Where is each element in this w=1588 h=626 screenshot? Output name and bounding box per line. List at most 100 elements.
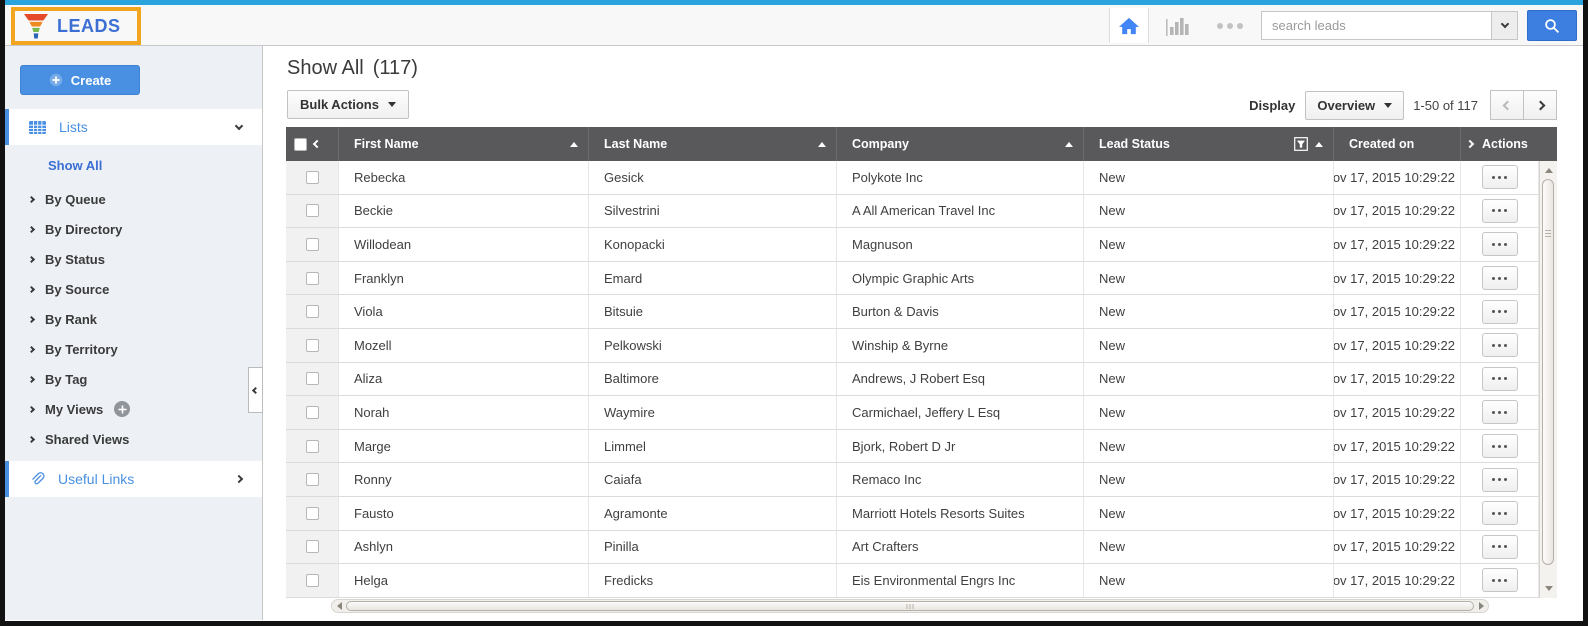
chevron-right-icon — [28, 345, 35, 352]
row-actions-button[interactable] — [1482, 568, 1518, 592]
leads-module-logo[interactable]: LEADS — [11, 7, 141, 45]
row-checkbox[interactable] — [306, 272, 319, 285]
column-header-company[interactable]: Company — [837, 127, 1084, 161]
vertical-scroll-thumb[interactable] — [1542, 179, 1554, 565]
column-header-first-name[interactable]: First Name — [339, 127, 589, 161]
collapse-columns-icon[interactable] — [313, 140, 321, 148]
row-actions-button[interactable] — [1482, 434, 1518, 458]
search-input[interactable] — [1261, 11, 1491, 40]
table-row[interactable]: Aliza Baltimore Andrews, J Robert Esq Ne… — [286, 363, 1539, 397]
row-checkbox[interactable] — [306, 473, 319, 486]
row-actions-button[interactable] — [1482, 266, 1518, 290]
row-actions-button[interactable] — [1482, 199, 1518, 223]
table-body: Rebecka Gesick Polykote Inc New Nov 17, … — [286, 161, 1539, 598]
sidebar-item[interactable]: By Rank — [5, 304, 262, 334]
select-all-checkbox[interactable] — [294, 138, 307, 151]
row-checkbox[interactable] — [306, 204, 319, 217]
scroll-right-button[interactable] — [1474, 602, 1488, 610]
more-options-icon[interactable] — [1217, 23, 1243, 29]
sidebar-collapse-handle[interactable] — [248, 367, 263, 413]
row-checkbox[interactable] — [306, 574, 319, 587]
scroll-down-button[interactable] — [1540, 581, 1557, 596]
table-row[interactable]: Marge Limmel Bjork, Robert D Jr New Nov … — [286, 430, 1539, 464]
next-page-button[interactable] — [1523, 90, 1557, 120]
sidebar-item-useful-links[interactable]: Useful Links — [5, 461, 262, 497]
row-actions-button[interactable] — [1482, 400, 1518, 424]
table-row[interactable]: Franklyn Emard Olympic Graphic Arts New … — [286, 262, 1539, 296]
sidebar-item[interactable]: By Tag — [5, 364, 262, 394]
sort-asc-icon[interactable] — [570, 142, 578, 147]
row-actions-button[interactable] — [1482, 300, 1518, 324]
search-button[interactable] — [1527, 10, 1577, 41]
row-checkbox[interactable] — [306, 171, 319, 184]
cell-last-name: Limmel — [589, 430, 837, 463]
sidebar-link-show-all[interactable]: Show All — [48, 158, 102, 173]
table-row[interactable]: Viola Bitsuie Burton & Davis New Nov 17,… — [286, 295, 1539, 329]
row-actions-button[interactable] — [1482, 333, 1518, 357]
row-actions-button[interactable] — [1482, 232, 1518, 256]
sidebar-item[interactable]: By Territory — [5, 334, 262, 364]
home-button[interactable] — [1109, 8, 1149, 43]
row-checkbox[interactable] — [306, 440, 319, 453]
filter-icon[interactable] — [1294, 137, 1308, 151]
sort-asc-icon[interactable] — [818, 142, 826, 147]
row-checkbox[interactable] — [306, 540, 319, 553]
table-row[interactable]: Norah Waymire Carmichael, Jeffery L Esq … — [286, 396, 1539, 430]
sidebar-item[interactable]: By Status — [5, 244, 262, 274]
column-header-created-on[interactable]: Created on — [1334, 127, 1461, 161]
search-scope-dropdown[interactable] — [1491, 11, 1518, 40]
horizontal-scroll-thumb[interactable] — [346, 601, 1474, 611]
expand-columns-icon[interactable] — [1466, 140, 1474, 148]
sidebar-item[interactable]: Shared Views — [5, 424, 262, 454]
cell-last-name: Gesick — [589, 161, 837, 194]
table-row[interactable]: Rebecka Gesick Polykote Inc New Nov 17, … — [286, 161, 1539, 195]
row-checkbox[interactable] — [306, 238, 319, 251]
row-checkbox[interactable] — [306, 372, 319, 385]
table-row[interactable]: Ronny Caiafa Remaco Inc New Nov 17, 2015… — [286, 463, 1539, 497]
table-row[interactable]: Willodean Konopacki Magnuson New Nov 17,… — [286, 228, 1539, 262]
cell-first-name: Helga — [339, 564, 589, 597]
cell-last-name: Pelkowski — [589, 329, 837, 362]
table-row[interactable]: Beckie Silvestrini A All American Travel… — [286, 195, 1539, 229]
table-row[interactable]: Fausto Agramonte Marriott Hotels Resorts… — [286, 497, 1539, 531]
row-actions-button[interactable] — [1482, 535, 1518, 559]
row-checkbox[interactable] — [306, 339, 319, 352]
sidebar-item[interactable]: By Queue — [5, 184, 262, 214]
row-checkbox[interactable] — [306, 406, 319, 419]
cell-actions — [1461, 564, 1539, 597]
sidebar-item[interactable]: By Source — [5, 274, 262, 304]
column-header-lead-status[interactable]: Lead Status — [1084, 127, 1334, 161]
cell-first-name: Marge — [339, 430, 589, 463]
row-actions-button[interactable] — [1482, 165, 1518, 189]
table-row[interactable]: Helga Fredicks Eis Environmental Engrs I… — [286, 564, 1539, 598]
row-actions-button[interactable] — [1482, 501, 1518, 525]
row-actions-button[interactable] — [1482, 468, 1518, 492]
chevron-down-icon — [1500, 20, 1508, 28]
bulk-actions-button[interactable]: Bulk Actions — [287, 90, 409, 119]
cell-last-name: Pinilla — [589, 531, 837, 564]
add-view-icon[interactable] — [114, 401, 130, 417]
row-actions-button[interactable] — [1482, 367, 1518, 391]
table-row[interactable]: Mozell Pelkowski Winship & Byrne New Nov… — [286, 329, 1539, 363]
sort-asc-icon[interactable] — [1065, 142, 1073, 147]
cell-last-name: Silvestrini — [589, 195, 837, 228]
horizontal-scrollbar[interactable] — [331, 599, 1489, 613]
cell-first-name: Viola — [339, 295, 589, 328]
sidebar-item[interactable]: By Directory — [5, 214, 262, 244]
cell-lead-status: New — [1084, 329, 1334, 362]
chevron-right-icon — [28, 435, 35, 442]
table-row[interactable]: Ashlyn Pinilla Art Crafters New Nov 17, … — [286, 531, 1539, 565]
scroll-left-button[interactable] — [332, 602, 346, 610]
vertical-scrollbar[interactable] — [1539, 161, 1557, 598]
create-button[interactable]: Create — [20, 65, 140, 95]
reports-chart-icon[interactable] — [1165, 15, 1191, 37]
sidebar-item-lists[interactable]: Lists — [5, 109, 262, 145]
row-checkbox[interactable] — [306, 305, 319, 318]
display-dropdown[interactable]: Overview — [1305, 91, 1404, 120]
scroll-up-button[interactable] — [1540, 163, 1557, 178]
row-checkbox[interactable] — [306, 507, 319, 520]
sidebar-item[interactable]: My Views — [5, 394, 262, 424]
sort-asc-icon[interactable] — [1315, 142, 1323, 147]
column-header-last-name[interactable]: Last Name — [589, 127, 837, 161]
prev-page-button[interactable] — [1490, 90, 1524, 120]
